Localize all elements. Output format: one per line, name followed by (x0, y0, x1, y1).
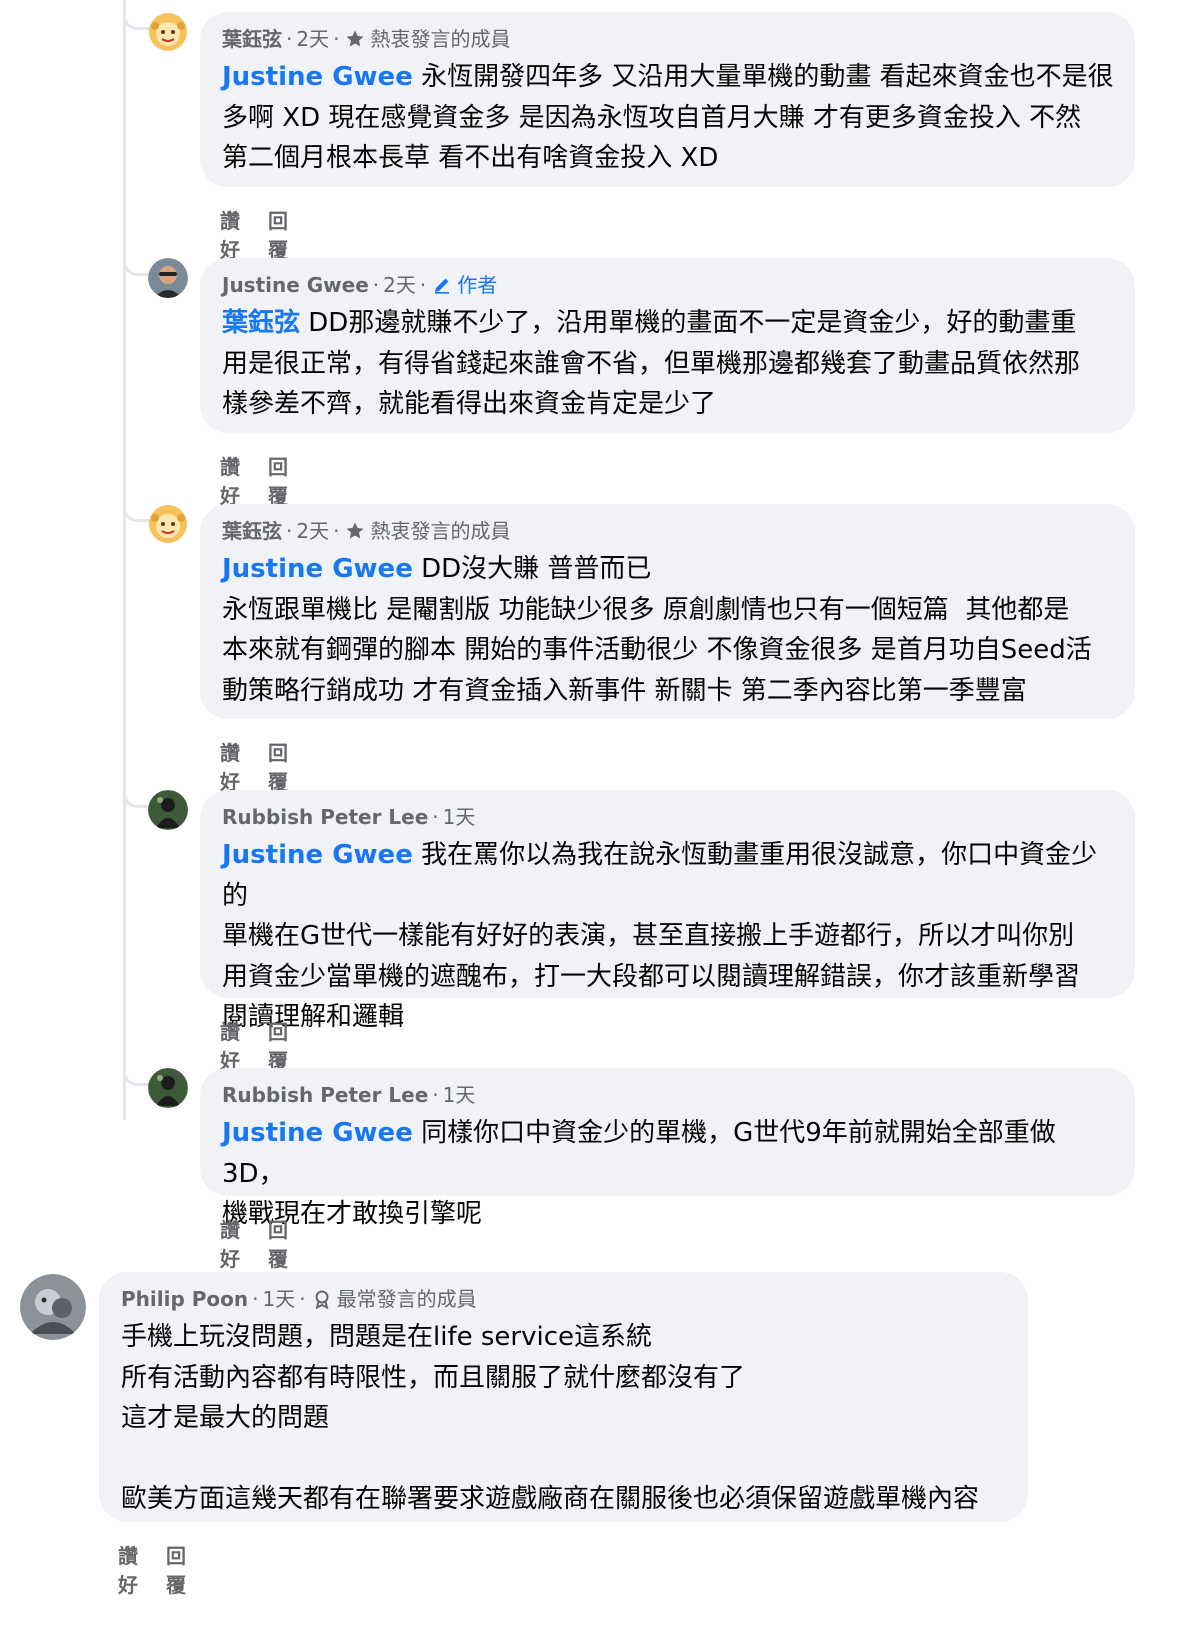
comment-bubble: 葉鈺弦 · 2天 · 熱衷發言的成員 Justine Gwee DD沒大賺 普普… (200, 504, 1135, 719)
comment-meta: 葉鈺弦 · 2天 · 熱衷發言的成員 (222, 24, 1115, 54)
comment-actions: 讚好 回覆 (220, 205, 288, 263)
comment-meta: Justine Gwee · 2天 · 作者 (222, 270, 1115, 300)
avatar[interactable] (148, 12, 188, 52)
pencil-icon (432, 275, 452, 295)
comment-actions: 讚好 回覆 (220, 451, 288, 509)
avatar[interactable] (20, 1274, 86, 1340)
avatar[interactable] (148, 258, 188, 298)
mention-link[interactable]: Justine Gwee (222, 1118, 413, 1148)
reply-button[interactable]: 回覆 (166, 1540, 186, 1598)
comment-bubble: Rubbish Peter Lee · 1天 Justine Gwee 我在罵你… (200, 790, 1135, 1032)
comment-meta: Philip Poon · 1天 · 最常發言的成員 (121, 1284, 1008, 1314)
comment-time[interactable]: 2天 (296, 24, 329, 54)
mention-link[interactable]: Justine Gwee (222, 62, 413, 92)
star-icon (345, 29, 365, 49)
comment-body: DD那邊就賺不少了，沿用單機的畫面不一定是資金少，好的動畫重 用是很正常，有得省… (222, 308, 1081, 419)
member-badge: 熱衷發言的成員 (370, 519, 511, 543)
connector (123, 794, 151, 808)
comment-actions: 讚好 回覆 (118, 1540, 186, 1598)
comment-text: 手機上玩沒問題，問題是在life service這系統 所有活動內容都有時限性，… (121, 1317, 1008, 1520)
connector (123, 1072, 151, 1086)
reply-button[interactable]: 回覆 (268, 451, 288, 509)
comment-meta: Rubbish Peter Lee · 1天 (222, 802, 1115, 832)
comment-bubble: 葉鈺弦 · 2天 · 熱衷發言的成員 Justine Gwee 永恆開發四年多 … (200, 12, 1135, 187)
reply-button[interactable]: 回覆 (268, 1016, 288, 1074)
star-icon (345, 521, 365, 541)
comment-bubble: Philip Poon · 1天 · 最常發言的成員 手機上玩沒問題，問題是在l… (99, 1272, 1028, 1522)
comment-text: Justine Gwee 永恆開發四年多 又沿用大量單機的動畫 看起來資金也不是… (222, 57, 1115, 179)
award-icon (312, 1289, 332, 1309)
comment-time[interactable]: 2天 (383, 270, 416, 300)
reply-button[interactable]: 回覆 (268, 205, 288, 263)
comment-actions: 讚好 回覆 (220, 737, 288, 795)
comment-body: 手機上玩沒問題，問題是在life service這系統 所有活動內容都有時限性，… (121, 1322, 980, 1514)
like-button[interactable]: 讚好 (220, 451, 240, 509)
member-badge: 最常發言的成員 (336, 1287, 477, 1311)
comment-author[interactable]: 葉鈺弦 (222, 516, 282, 546)
comment-author[interactable]: Philip Poon (121, 1284, 248, 1314)
comment-author[interactable]: Rubbish Peter Lee (222, 1080, 428, 1110)
comment-text: Justine Gwee DD沒大賺 普普而已 永恆跟單機比 是閹割版 功能缺少… (222, 549, 1115, 711)
connector (123, 16, 151, 30)
connector (123, 508, 151, 522)
reply-button[interactable]: 回覆 (268, 1214, 288, 1272)
comment-author[interactable]: 葉鈺弦 (222, 24, 282, 54)
comment-bubble: Justine Gwee · 2天 · 作者 葉鈺弦 DD那邊就賺不少了，沿用單… (200, 258, 1135, 433)
mention-link[interactable]: Justine Gwee (222, 840, 413, 870)
comment-author[interactable]: Rubbish Peter Lee (222, 802, 428, 832)
like-button[interactable]: 讚好 (220, 1214, 240, 1272)
mention-link[interactable]: Justine Gwee (222, 554, 413, 584)
connector (123, 262, 151, 276)
author-badge: 作者 (430, 270, 497, 300)
comment-time[interactable]: 2天 (296, 516, 329, 546)
reply-button[interactable]: 回覆 (268, 737, 288, 795)
comment-actions: 讚好 回覆 (220, 1214, 288, 1272)
comment-author[interactable]: Justine Gwee (222, 270, 369, 300)
like-button[interactable]: 讚好 (118, 1540, 138, 1598)
avatar[interactable] (148, 790, 188, 830)
comment-text: 葉鈺弦 DD那邊就賺不少了，沿用單機的畫面不一定是資金少，好的動畫重 用是很正常… (222, 303, 1115, 425)
thread-line (123, 0, 126, 1120)
comment-time[interactable]: 1天 (443, 1080, 476, 1110)
member-badge: 熱衷發言的成員 (370, 27, 511, 51)
like-button[interactable]: 讚好 (220, 737, 240, 795)
comment-time[interactable]: 1天 (262, 1284, 295, 1314)
comment-time[interactable]: 1天 (443, 802, 476, 832)
avatar[interactable] (148, 1068, 188, 1108)
comment-meta: 葉鈺弦 · 2天 · 熱衷發言的成員 (222, 516, 1115, 546)
like-button[interactable]: 讚好 (220, 205, 240, 263)
avatar[interactable] (148, 504, 188, 544)
comment-meta: Rubbish Peter Lee · 1天 (222, 1080, 1115, 1110)
comment-text: Justine Gwee 同樣你口中資金少的單機，G世代9年前就開始全部重做3D… (222, 1113, 1115, 1235)
comment-actions: 讚好 回覆 (220, 1016, 288, 1074)
like-button[interactable]: 讚好 (220, 1016, 240, 1074)
comment-bubble: Rubbish Peter Lee · 1天 Justine Gwee 同樣你口… (200, 1068, 1135, 1229)
comment-text: Justine Gwee 我在罵你以為我在說永恆動畫重用很沒誠意，你口中資金少的… (222, 835, 1115, 1038)
mention-link[interactable]: 葉鈺弦 (222, 308, 300, 338)
